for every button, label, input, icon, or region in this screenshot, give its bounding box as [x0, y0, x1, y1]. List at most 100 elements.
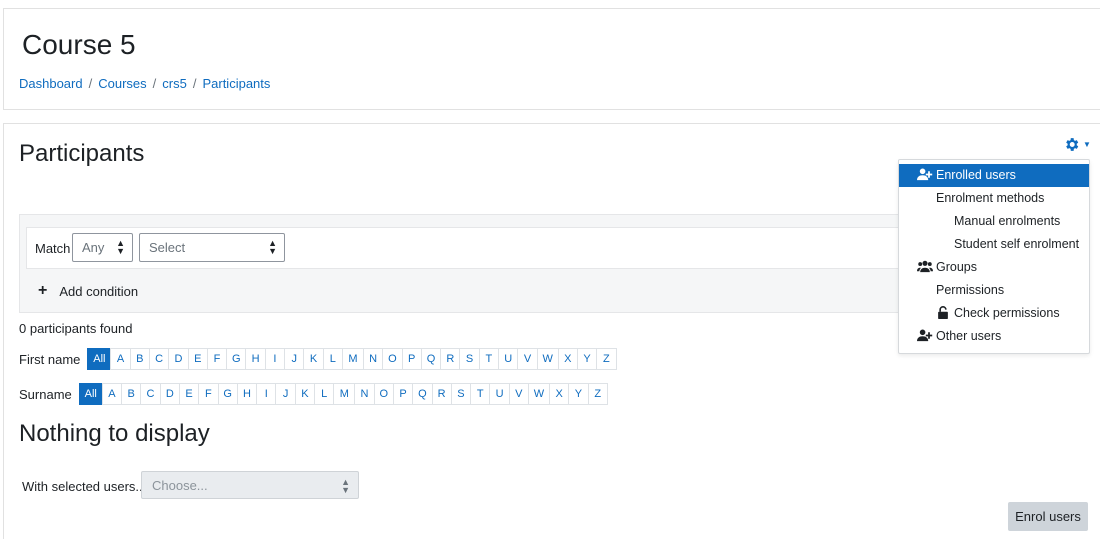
initial-all[interactable]: All — [78, 383, 103, 405]
first-name-initial-j[interactable]: J — [284, 348, 305, 370]
user-plus-icon — [917, 168, 933, 182]
surname-initial-v[interactable]: V — [508, 383, 529, 405]
surname-initial-t[interactable]: T — [470, 383, 491, 405]
surname-initial-y[interactable]: Y — [568, 383, 589, 405]
first-name-initial-p[interactable]: P — [401, 348, 422, 370]
surname-initial-e[interactable]: E — [178, 383, 200, 405]
surname-initial-i[interactable]: I — [256, 383, 277, 405]
breadcrumb-course[interactable]: crs5 — [162, 76, 187, 91]
match-select[interactable]: Any ▲ ▼ — [72, 233, 133, 262]
surname-initial-d[interactable]: D — [159, 383, 180, 405]
first-name-initial-n[interactable]: N — [362, 348, 384, 370]
with-selected-label: With selected users... — [22, 479, 147, 494]
surname-initial-s[interactable]: S — [450, 383, 472, 405]
breadcrumb-courses[interactable]: Courses — [98, 76, 146, 91]
surname-initial-p[interactable]: P — [392, 383, 414, 405]
first-name-initial-o[interactable]: O — [382, 348, 403, 370]
first-name-letter-bar: All ABCDEFGHIJKLMNOPQRSTUVWXYZ — [87, 348, 617, 370]
menu-item-label: Enrolment methods — [936, 191, 1045, 205]
menu-item-check-permissions[interactable]: Check permissions — [899, 302, 1089, 325]
first-name-initial-f[interactable]: F — [206, 348, 228, 370]
surname-initial-j[interactable]: J — [275, 383, 296, 405]
unlock-icon — [937, 306, 953, 320]
breadcrumb-separator: / — [152, 76, 157, 91]
user-plus-icon — [917, 329, 933, 343]
breadcrumb-separator: / — [192, 76, 197, 91]
first-name-initial-x[interactable]: X — [557, 348, 578, 370]
first-name-initial-i[interactable]: I — [264, 348, 286, 370]
first-name-initial-g[interactable]: G — [226, 348, 247, 370]
surname-initial-u[interactable]: U — [489, 383, 510, 405]
surname-initial-k[interactable]: K — [294, 383, 316, 405]
menu-item-label: Student self enrolment — [954, 237, 1080, 251]
first-name-initial-d[interactable]: D — [168, 348, 189, 370]
surname-initial-c[interactable]: C — [140, 383, 161, 405]
first-name-initial-b[interactable]: B — [129, 348, 150, 370]
plus-icon: + — [38, 282, 48, 299]
surname-label: Surname — [19, 386, 72, 402]
surname-initial-x[interactable]: X — [548, 383, 570, 405]
course-title: Course 5 — [22, 29, 136, 60]
first-name-initial-q[interactable]: Q — [420, 348, 442, 370]
select-arrows-icon: ▲ ▼ — [268, 238, 277, 256]
menu-item-student-self-enrolment[interactable]: Student self enrolment — [899, 233, 1089, 256]
match-label: Match — [35, 241, 71, 256]
surname-initial-l[interactable]: L — [314, 383, 335, 405]
surname-initial-z[interactable]: Z — [587, 383, 608, 405]
first-name-initials: First name All ABCDEFGHIJKLMNOPQRSTUVWXY… — [19, 348, 617, 370]
surname-initial-w[interactable]: W — [527, 383, 550, 405]
first-name-initial-k[interactable]: K — [303, 348, 324, 370]
first-name-initial-a[interactable]: A — [110, 348, 131, 370]
menu-item-label: Other users — [936, 329, 1002, 343]
first-name-initial-t[interactable]: T — [478, 348, 500, 370]
menu-item-enrolled-users[interactable]: Enrolled users — [899, 164, 1089, 187]
surname-initial-h[interactable]: H — [236, 383, 258, 405]
surname-initial-b[interactable]: B — [121, 383, 142, 405]
first-name-initial-w[interactable]: W — [536, 348, 559, 370]
breadcrumb-dashboard[interactable]: Dashboard — [19, 76, 83, 91]
breadcrumb-participants[interactable]: Participants — [202, 76, 270, 91]
menu-item-enrolment-methods[interactable]: Enrolment methods — [899, 187, 1089, 210]
surname-initial-f[interactable]: F — [198, 383, 219, 405]
first-name-initial-h[interactable]: H — [245, 348, 266, 370]
menu-item-permissions[interactable]: Permissions — [899, 279, 1089, 302]
first-name-initial-m[interactable]: M — [341, 348, 364, 370]
chevron-down-icon: ▼ — [1083, 140, 1091, 149]
surname-initial-q[interactable]: Q — [412, 383, 433, 405]
surname-initial-a[interactable]: A — [101, 383, 123, 405]
first-name-initial-e[interactable]: E — [187, 348, 208, 370]
surname-initial-m[interactable]: M — [333, 383, 356, 405]
filter-row: Match Any ▲ ▼ Select ▲ ▼ — [26, 227, 916, 269]
add-condition-button[interactable]: + Add condition — [38, 282, 138, 300]
menu-item-label: Enrolled users — [936, 168, 1016, 182]
first-name-initial-y[interactable]: Y — [576, 348, 598, 370]
enrol-users-button[interactable]: Enrol users — [1008, 502, 1088, 531]
bulk-action-placeholder: Choose... — [152, 478, 208, 493]
bulk-action-select[interactable]: Choose... ▲ ▼ — [141, 471, 359, 499]
menu-item-groups[interactable]: Groups — [899, 256, 1089, 279]
menu-item-other-users[interactable]: Other users — [899, 325, 1089, 348]
actions-menu-toggle[interactable]: ▼ — [1063, 136, 1091, 153]
first-name-initial-r[interactable]: R — [440, 348, 461, 370]
menu-item-label: Groups — [936, 260, 977, 274]
first-name-initial-z[interactable]: Z — [596, 348, 617, 370]
first-name-initial-l[interactable]: L — [322, 348, 343, 370]
first-name-initial-v[interactable]: V — [517, 348, 538, 370]
first-name-initial-c[interactable]: C — [149, 348, 170, 370]
first-name-initial-u[interactable]: U — [498, 348, 519, 370]
actions-dropdown-menu: Enrolled users Enrolment methods Manual en… — [898, 159, 1090, 354]
filter-type-select[interactable]: Select ▲ ▼ — [139, 233, 285, 262]
first-name-label: First name — [19, 351, 81, 367]
menu-item-manual-enrolments[interactable]: Manual enrolments — [899, 210, 1089, 233]
initial-all[interactable]: All — [87, 348, 112, 370]
surname-initial-o[interactable]: O — [373, 383, 394, 405]
surname-initial-n[interactable]: N — [354, 383, 375, 405]
surname-initial-g[interactable]: G — [217, 383, 238, 405]
first-name-initial-s[interactable]: S — [459, 348, 480, 370]
users-icon — [917, 260, 933, 274]
empty-state-heading: Nothing to display — [19, 420, 210, 447]
match-select-value: Any — [82, 240, 105, 255]
gear-icon — [1066, 138, 1079, 151]
surname-initial-r[interactable]: R — [431, 383, 452, 405]
filter-panel: Match Any ▲ ▼ Select ▲ ▼ + Add condition — [19, 214, 919, 313]
